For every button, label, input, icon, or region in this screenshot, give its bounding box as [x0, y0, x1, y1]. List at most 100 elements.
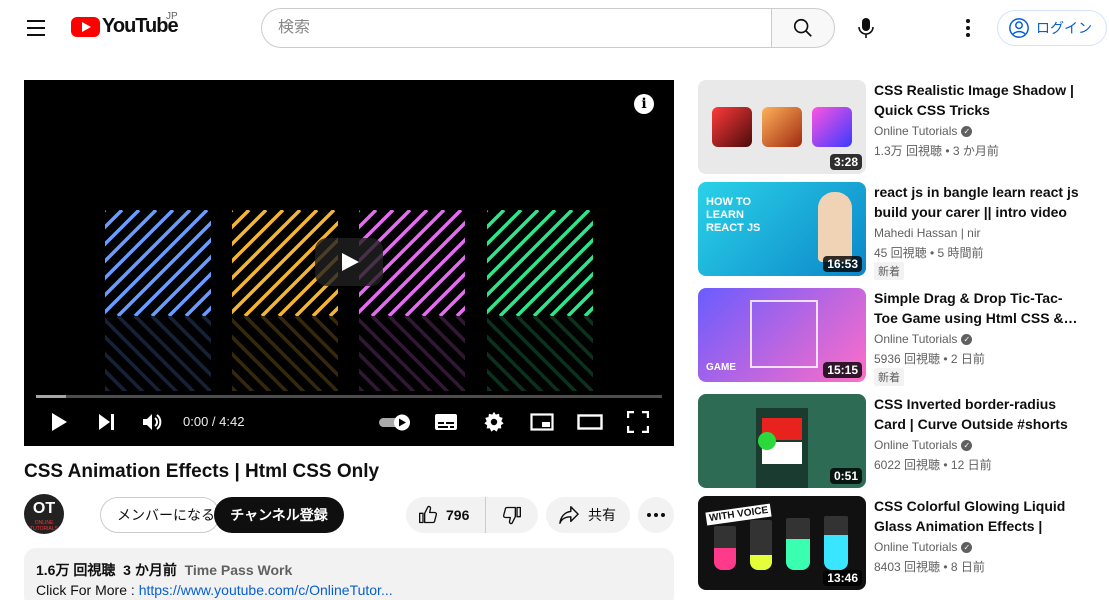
autoplay-toggle[interactable] — [378, 408, 412, 436]
settings-more-icon[interactable] — [952, 12, 984, 44]
new-badge: 新着 — [874, 262, 904, 280]
subtitles-icon — [435, 414, 457, 430]
login-label: ログイン — [1036, 20, 1092, 36]
more-actions-button[interactable] — [638, 497, 674, 533]
fullscreen-icon — [627, 411, 649, 433]
avatar-text: OT — [32, 500, 56, 517]
recommendation-channel[interactable]: Online Tutorials ✓ — [874, 332, 973, 346]
miniplayer-button[interactable] — [529, 408, 555, 436]
recommendation-meta: 1.3万 回視聴 • 3 か月前 — [874, 144, 999, 158]
next-button[interactable] — [96, 408, 118, 436]
video-thumbnail[interactable]: 0:51 — [698, 394, 866, 488]
play-icon — [52, 413, 67, 431]
subscribe-button[interactable]: チャンネル登録 — [214, 497, 344, 533]
recommendation-item[interactable]: 0:51 CSS Inverted border-radius Card | Cu… — [698, 394, 1098, 488]
theater-mode-button[interactable] — [576, 408, 604, 436]
recommendation-item[interactable]: 3:28 CSS Realistic Image Shadow | Quick C… — [698, 80, 1098, 174]
recommendation-item[interactable]: GAME 15:15 Simple Drag & Drop Tic-Tac-Toe … — [698, 288, 1098, 386]
login-button[interactable]: ログイン — [997, 10, 1107, 46]
share-button[interactable]: 共有 — [546, 497, 630, 533]
recommendation-channel[interactable]: Online Tutorials ✓ — [874, 540, 973, 554]
avatar-subtext: ONLINE TUTORIALS — [30, 520, 58, 532]
share-label: 共有 — [588, 507, 616, 523]
youtube-play-icon — [71, 16, 100, 37]
channel-avatar[interactable]: OT ONLINE TUTORIALS — [24, 494, 64, 534]
miniplayer-icon — [530, 413, 554, 431]
search-box[interactable] — [261, 8, 772, 48]
recommendation-title[interactable]: CSS Inverted border-radius Card | Curve … — [874, 394, 1084, 434]
recommendation-title[interactable]: Simple Drag & Drop Tic-Tac-Toe Game usin… — [874, 288, 1084, 328]
youtube-logo[interactable]: YouTube — [71, 15, 179, 38]
join-membership-button[interactable]: メンバーになる — [100, 497, 220, 533]
settings-button[interactable] — [482, 408, 506, 436]
subtitles-button[interactable] — [433, 408, 459, 436]
like-count: 796 — [446, 507, 470, 523]
volume-button[interactable] — [141, 408, 165, 436]
recommendation-channel[interactable]: Online Tutorials ✓ — [874, 438, 973, 452]
video-thumbnail[interactable]: GAME 15:15 — [698, 288, 866, 382]
verified-icon: ✓ — [961, 439, 973, 451]
stripe-reflection — [105, 316, 211, 391]
country-code: JP — [166, 11, 178, 22]
verified-icon: ✓ — [961, 333, 973, 345]
duration-badge: 15:15 — [823, 362, 862, 378]
search-input[interactable] — [278, 19, 772, 37]
recommendation-channel[interactable]: Mahedi Hassan | nir — [874, 226, 981, 240]
video-title: CSS Animation Effects | Html CSS Only — [24, 461, 380, 482]
autoplay-icon — [379, 414, 410, 431]
description-line: Click For More : https://www.youtube.com… — [36, 580, 662, 600]
recommendation-meta: 6022 回視聴 • 12 日前 — [874, 458, 992, 472]
recommendation-item[interactable]: HOW TO LEARN REACT JS 16:53 react js in bang… — [698, 182, 1098, 280]
progress-buffered — [36, 395, 66, 398]
recommendation-item[interactable]: WITH VOICE 13:46 CSS Colorful Glowing Liqu… — [698, 496, 1098, 590]
gear-icon — [484, 411, 504, 432]
big-play-button[interactable] — [315, 238, 383, 286]
voice-search-button[interactable] — [846, 8, 886, 48]
recommendation-title[interactable]: CSS Colorful Glowing Liquid Glass Animat… — [874, 496, 1084, 536]
verified-icon: ✓ — [961, 125, 973, 137]
new-badge: 新着 — [874, 368, 904, 386]
join-label: メンバーになる — [117, 507, 215, 523]
recommendation-title[interactable]: react js in bangle learn react js build … — [874, 182, 1084, 222]
video-thumbnail[interactable]: WITH VOICE 13:46 — [698, 496, 866, 590]
time-display: 0:00 / 4:42 — [183, 414, 245, 429]
progress-bar[interactable] — [36, 395, 662, 398]
dislike-button[interactable] — [486, 497, 538, 533]
search-icon — [793, 18, 812, 37]
recommendation-meta: 8403 回視聴 • 8 日前 — [874, 560, 985, 574]
thumbs-up-icon — [419, 505, 438, 524]
recommendation-channel[interactable]: Online Tutorials ✓ — [874, 124, 973, 138]
duration-badge: 3:28 — [829, 154, 862, 170]
recommendation-title[interactable]: CSS Realistic Image Shadow | Quick CSS T… — [874, 80, 1084, 120]
like-dislike-group: 796 — [406, 497, 538, 533]
masthead: YouTube JP ログイン — [0, 0, 1109, 56]
thumbs-down-icon — [502, 506, 521, 525]
subscribe-label: チャンネル登録 — [230, 507, 328, 523]
like-button[interactable]: 796 — [406, 497, 486, 533]
video-thumbnail[interactable]: HOW TO LEARN REACT JS 16:53 — [698, 182, 866, 276]
description-box[interactable]: 1.6万 回視聴 3 か月前 Time Pass Work Click For … — [24, 548, 674, 600]
upload-age: 3 か月前 — [123, 562, 177, 578]
thumb-caption: HOW TO LEARN REACT JS — [706, 196, 761, 234]
theater-icon — [577, 414, 603, 430]
recommendation-meta: 5936 回視聴 • 2 日前 — [874, 352, 985, 366]
search-button[interactable] — [771, 8, 835, 48]
microphone-icon — [858, 18, 874, 38]
share-icon — [559, 506, 579, 524]
next-icon — [99, 414, 114, 430]
video-thumbnail[interactable]: 3:28 — [698, 80, 866, 174]
duration-badge: 13:46 — [823, 570, 862, 586]
info-icon[interactable]: i — [634, 94, 654, 114]
description-meta: 1.6万 回視聴 3 か月前 Time Pass Work — [36, 560, 662, 580]
duration-badge: 16:53 — [823, 256, 862, 272]
play-button[interactable] — [48, 408, 70, 436]
fullscreen-button[interactable] — [626, 408, 650, 436]
verified-icon: ✓ — [961, 541, 973, 553]
description-link[interactable]: https://www.youtube.com/c/OnlineTutor... — [139, 582, 393, 598]
duration-badge: 0:51 — [829, 468, 862, 484]
video-player[interactable]: i 0:00 / 4:42 — [24, 80, 674, 446]
menu-icon[interactable] — [22, 14, 50, 42]
recommendation-meta: 45 回視聴 • 5 時間前 — [874, 246, 984, 260]
hashtag[interactable]: Time Pass Work — [185, 562, 293, 578]
description-prefix: Click For More : — [36, 582, 139, 598]
